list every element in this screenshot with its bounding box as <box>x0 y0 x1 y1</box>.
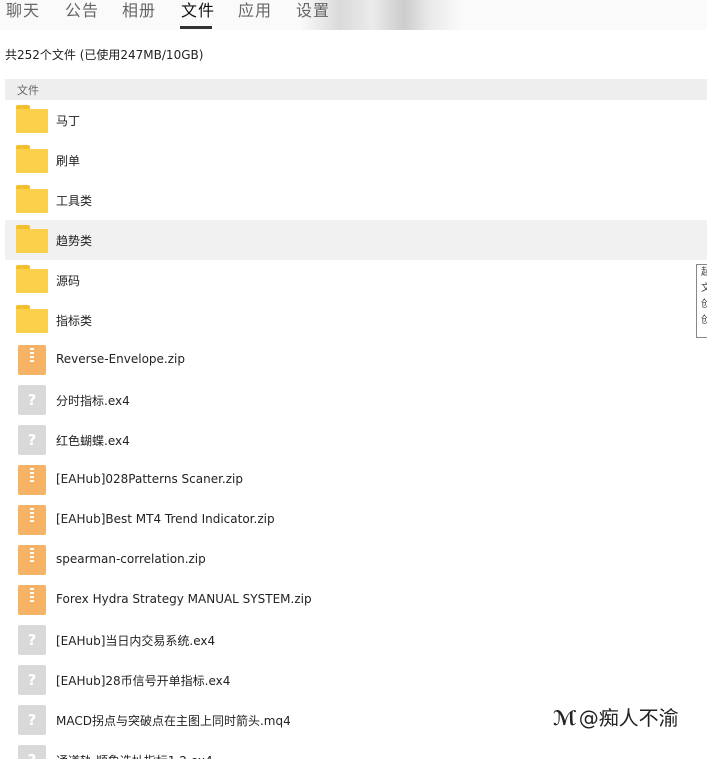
file-list-header[interactable]: 文件 <box>5 79 707 100</box>
file-row[interactable]: 工具类 <box>5 180 707 220</box>
file-row[interactable]: 趋势类 <box>5 220 707 260</box>
zip-file-icon <box>16 465 48 495</box>
file-row[interactable]: 马丁 <box>5 100 707 140</box>
folder-icon <box>16 185 48 215</box>
file-row[interactable]: ? 通道轨 顺象选址指标1.2.ex4 <box>5 740 707 759</box>
file-name: 趋势类 <box>56 234 93 248</box>
file-name: Forex Hydra Strategy MANUAL SYSTEM.zip <box>56 592 312 606</box>
watermark: ℳ @痴人不渝 <box>553 702 679 731</box>
tooltip-text: 创 <box>701 315 707 326</box>
file-list: 马丁 刷单 工具类 趋势类 源码 指标类 Reverse-Envelope.zip? 分时指标… <box>5 100 707 759</box>
file-row[interactable]: [EAHub]Best MT4 Trend Indicator.zip <box>5 500 707 540</box>
tab-apps[interactable]: 应用 <box>238 0 272 24</box>
watermark-text: @痴人不渝 <box>578 706 679 730</box>
storage-summary: 共252个文件 (已使用247MB/10GB) <box>5 48 204 62</box>
file-row[interactable]: [EAHub]028Patterns Scaner.zip <box>5 460 707 500</box>
tab-chat[interactable]: 聊天 <box>6 0 40 24</box>
file-name: [EAHub]28币信号开单指标.ex4 <box>56 674 231 688</box>
file-row[interactable]: ? 红色蝴蝶.ex4 <box>5 420 707 460</box>
file-name: spearman-correlation.zip <box>56 552 206 566</box>
file-row[interactable]: spearman-correlation.zip <box>5 540 707 580</box>
file-name: 源码 <box>56 274 81 288</box>
tab-settings[interactable]: 设置 <box>296 0 330 24</box>
file-row[interactable]: 刷单 <box>5 140 707 180</box>
file-row[interactable]: 指标类 <box>5 300 707 340</box>
zip-file-icon <box>16 585 48 615</box>
file-name: 刷单 <box>56 154 81 168</box>
file-row[interactable]: 源码 <box>5 260 707 300</box>
tab-files[interactable]: 文件 <box>181 0 215 24</box>
file-name: 通道轨 顺象选址指标1.2.ex4 <box>56 752 213 759</box>
folder-icon <box>16 265 48 295</box>
file-name: Reverse-Envelope.zip <box>56 352 185 366</box>
zhihu-logo-icon: ℳ <box>553 706 577 730</box>
unknown-file-icon: ? <box>16 385 48 415</box>
file-name: 马丁 <box>56 114 81 128</box>
folder-icon <box>16 105 48 135</box>
unknown-file-icon: ? <box>16 625 48 655</box>
tooltip-text: 起 <box>701 267 707 278</box>
tab-bar: 聊天 公告 相册 文件 应用 设置 <box>0 0 707 30</box>
zip-file-icon <box>16 545 48 575</box>
column-header-file: 文件 <box>17 84 39 97</box>
tooltip-text: 文 <box>701 283 707 294</box>
file-name: 工具类 <box>56 194 93 208</box>
unknown-file-icon: ? <box>16 745 48 759</box>
file-name: 分时指标.ex4 <box>56 394 130 408</box>
folder-icon <box>16 225 48 255</box>
zip-file-icon <box>16 505 48 535</box>
folder-icon <box>16 305 48 335</box>
file-row[interactable]: ? [EAHub]28币信号开单指标.ex4 <box>5 660 707 700</box>
unknown-file-icon: ? <box>16 425 48 455</box>
tab-album[interactable]: 相册 <box>122 0 156 24</box>
file-name: [EAHub]Best MT4 Trend Indicator.zip <box>56 512 275 526</box>
file-name: [EAHub]028Patterns Scaner.zip <box>56 472 243 486</box>
unknown-file-icon: ? <box>16 705 48 735</box>
tooltip-text: 创 <box>701 299 707 310</box>
tooltip: 起文创创 <box>696 264 707 338</box>
folder-icon <box>16 145 48 175</box>
file-row[interactable]: ? 分时指标.ex4 <box>5 380 707 420</box>
file-row[interactable]: ? [EAHub]当日内交易系统.ex4 <box>5 620 707 660</box>
tab-announcement[interactable]: 公告 <box>65 0 99 24</box>
file-row[interactable]: Forex Hydra Strategy MANUAL SYSTEM.zip <box>5 580 707 620</box>
active-tab-indicator <box>180 26 212 29</box>
zip-file-icon <box>16 345 48 375</box>
file-name: [EAHub]当日内交易系统.ex4 <box>56 634 216 648</box>
file-name: MACD拐点与突破点在主图上同时箭头.mq4 <box>56 714 291 728</box>
file-name: 指标类 <box>56 314 93 328</box>
file-row[interactable]: Reverse-Envelope.zip <box>5 340 707 380</box>
file-name: 红色蝴蝶.ex4 <box>56 434 130 448</box>
unknown-file-icon: ? <box>16 665 48 695</box>
